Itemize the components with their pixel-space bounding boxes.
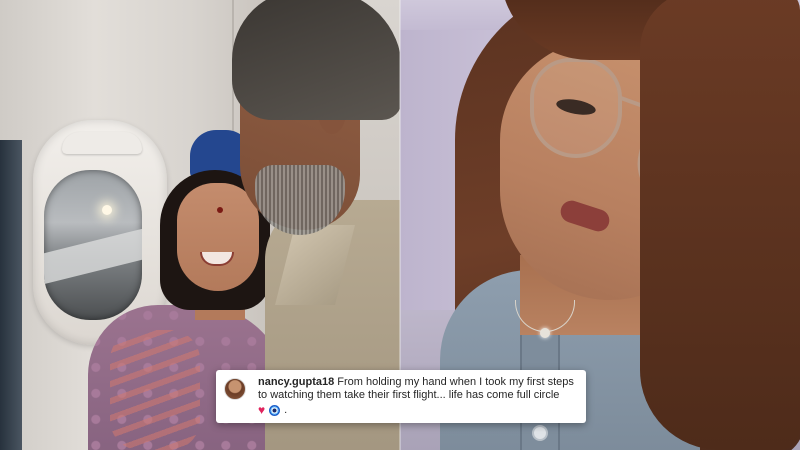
heart-icon: ♥ (258, 403, 266, 417)
wing-light (102, 205, 112, 215)
airplane-wing (44, 224, 142, 286)
evil-eye-icon (269, 405, 281, 416)
glasses-lens-left (530, 58, 622, 158)
man-hair (232, 0, 400, 120)
airplane-window (44, 170, 142, 320)
avatar (224, 378, 246, 400)
woman-face (177, 183, 259, 291)
instagram-comment-card: nancy.gupta18 From holding my hand when … (216, 370, 586, 423)
comment-username: nancy.gupta18 (258, 376, 335, 388)
comment-trailing-period: . (284, 404, 288, 416)
window-shade (62, 132, 142, 154)
shirt-button (532, 425, 548, 441)
seat-edge (0, 140, 22, 450)
kurta-embroidery (110, 330, 200, 450)
necklace-pendant (540, 328, 550, 338)
bindi (217, 207, 223, 213)
comment-emoji-row: ♥ . (258, 404, 576, 417)
comment-text: nancy.gupta18 From holding my hand when … (258, 376, 576, 402)
girl-hair-front (640, 0, 800, 450)
